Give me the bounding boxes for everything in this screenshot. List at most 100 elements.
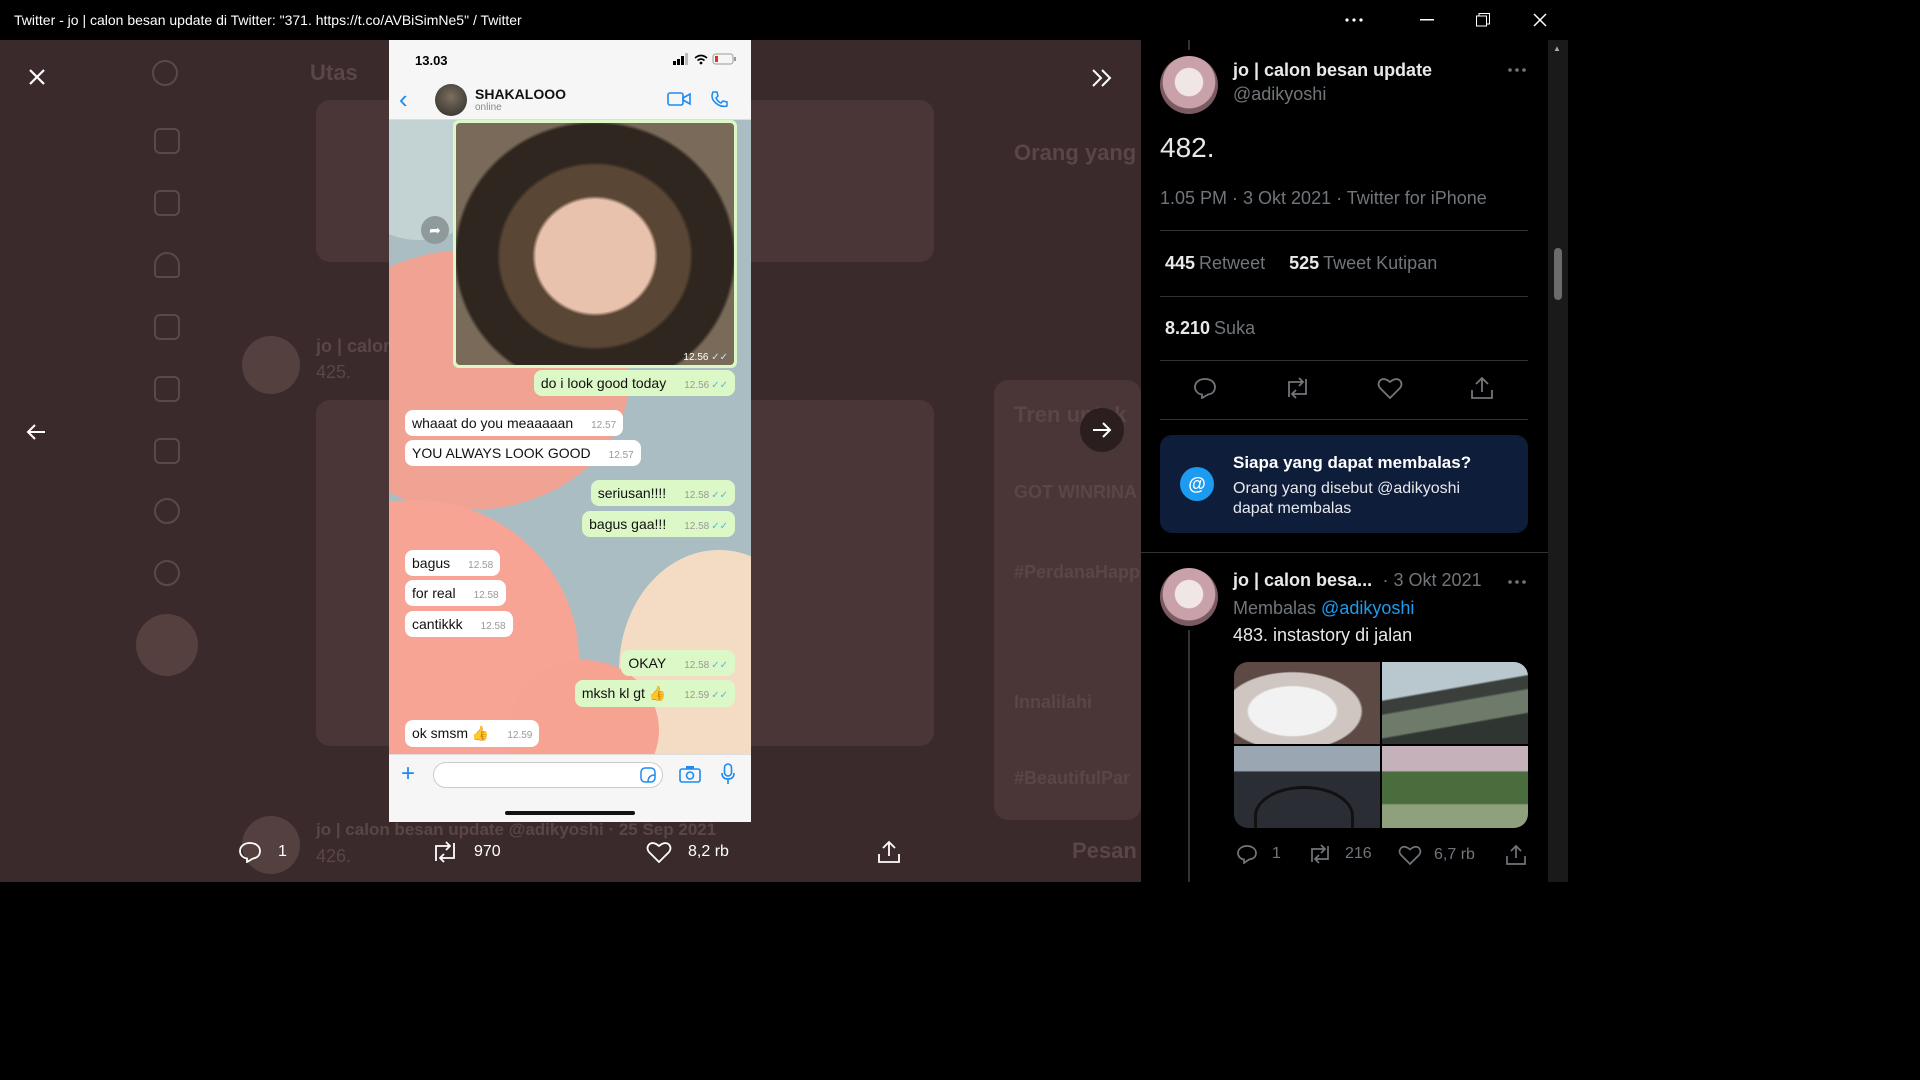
attach-plus-icon: + xyxy=(401,760,416,787)
message-time: 12.58 xyxy=(480,621,506,632)
next-image-icon[interactable] xyxy=(1080,408,1124,452)
forward-icon: ➦ xyxy=(421,216,449,244)
reply-icon[interactable] xyxy=(1193,377,1217,404)
bg-compose-button xyxy=(136,614,198,676)
media-share-button[interactable] xyxy=(876,832,902,872)
media-thumb-1[interactable] xyxy=(1234,662,1380,744)
message-time: 12.58 xyxy=(468,560,494,571)
bg-avatar-1 xyxy=(242,336,300,394)
camera-icon xyxy=(679,765,701,788)
likes-stats-row: 8.210 Suka xyxy=(1160,296,1528,360)
message-text: ok smsm 👍 xyxy=(412,725,490,741)
reply-like-button[interactable]: 6,7 rb xyxy=(1398,844,1475,866)
message-text: mksh kl gt 👍 xyxy=(581,685,667,701)
scrollbar-thumb[interactable] xyxy=(1554,248,1562,300)
message-text: bagus gaa!!! xyxy=(589,516,667,532)
selfie-image: 12.56 ✓✓ xyxy=(456,123,734,365)
chat-back-icon: ‹ xyxy=(399,84,408,114)
read-receipt-icon: ✓✓ xyxy=(711,490,728,501)
contact-status: online xyxy=(475,102,502,113)
media-like-button[interactable]: 8,2 rb xyxy=(646,832,729,872)
read-receipt-icon: ✓✓ xyxy=(711,690,728,701)
bg-header: Utas xyxy=(310,60,358,85)
share-icon[interactable] xyxy=(1469,376,1495,405)
media-thumb-4[interactable] xyxy=(1382,746,1528,828)
contact-name: SHAKALOOO xyxy=(475,86,566,102)
quotes-stat[interactable]: 525 Tweet Kutipan xyxy=(1289,253,1437,274)
browser-window: Twitter - jo | calon besan update di Twi… xyxy=(0,0,1568,882)
media-image: 13.03 ‹ SHAKALOOO online 12.56 ✓✓ ➦ do i… xyxy=(389,40,751,822)
received-message: for real 12.58 xyxy=(405,580,506,606)
received-message: whaaat do you meaaaaan 12.57 xyxy=(405,410,624,436)
likes-stat[interactable]: 8.210 Suka xyxy=(1165,318,1255,339)
reply-icon xyxy=(239,842,261,863)
collapse-panel-icon[interactable] xyxy=(1082,58,1122,98)
retweet-icon[interactable] xyxy=(1283,376,1311,404)
close-window-icon[interactable] xyxy=(1512,0,1568,40)
reply-date[interactable]: · 3 Okt 2021 xyxy=(1383,570,1482,590)
steering-shape xyxy=(1254,786,1354,828)
reply-icon xyxy=(1237,845,1257,864)
author-display-name[interactable]: jo | calon besan update xyxy=(1233,60,1432,81)
scroll-up-icon[interactable]: ▲ xyxy=(1553,44,1561,53)
replying-handle-link[interactable]: @adikyoshi xyxy=(1321,598,1414,618)
reply-reply-button[interactable]: 1 xyxy=(1236,844,1281,864)
author-avatar[interactable] xyxy=(1160,56,1218,114)
reply-media-grid[interactable] xyxy=(1234,662,1528,828)
previous-image-icon[interactable] xyxy=(14,410,58,454)
retweets-stat[interactable]: 445 Retweet xyxy=(1165,253,1265,274)
reply-text: 483. instastory di jalan xyxy=(1233,625,1413,645)
chat-area: 12.56 ✓✓ ➦ do i look good today 12.56 ✓✓ wh… xyxy=(389,120,751,754)
message-time: 12.58 xyxy=(684,490,710,501)
media-thumb-2[interactable] xyxy=(1382,662,1528,744)
received-message: YOU ALWAYS LOOK GOOD 12.57 xyxy=(405,440,641,466)
received-message: ok smsm 👍 12.59 xyxy=(405,720,540,747)
reply-more-icon[interactable] xyxy=(1505,572,1529,592)
reply-retweet-button[interactable]: 216 xyxy=(1307,844,1372,864)
minimize-icon[interactable] xyxy=(1399,0,1455,40)
tweet-actions xyxy=(1160,360,1528,420)
reply-display-name[interactable]: jo | calon besa... xyxy=(1233,570,1372,590)
restore-icon[interactable] xyxy=(1455,0,1511,40)
reply-reply-count: 1 xyxy=(1272,845,1281,862)
photo-time: 12.56 ✓✓ xyxy=(683,352,728,363)
media-thumb-3[interactable] xyxy=(1234,746,1380,828)
bg-messages-icon xyxy=(154,314,180,340)
message-text: seriusan!!!! xyxy=(597,485,667,501)
retweet-icon xyxy=(435,841,455,863)
tweet-meta[interactable]: 1.05 PM · 3 Okt 2021 · Twitter for iPhon… xyxy=(1160,188,1487,209)
read-receipt-icon: ✓✓ xyxy=(711,660,728,671)
reply-share-button[interactable] xyxy=(1505,844,1527,871)
phone-status-bar: 13.03 xyxy=(389,40,751,80)
author-handle[interactable]: @adikyoshi xyxy=(1233,84,1432,105)
bg-twitter-logo-icon xyxy=(152,60,178,86)
bg-lists-icon xyxy=(154,438,180,464)
like-icon[interactable] xyxy=(1377,376,1403,405)
media-like-count: 8,2 rb xyxy=(688,843,729,860)
bg-trend-3: Innalilahi xyxy=(1014,692,1093,712)
thread-line-top xyxy=(1188,40,1190,50)
reply-restriction-box: @ Siapa yang dapat membalas? Orang yang … xyxy=(1160,435,1528,533)
message-time: 12.58 xyxy=(684,660,710,671)
message-time: 12.56 xyxy=(684,380,710,391)
message-text: cantikkk xyxy=(412,616,463,632)
reply-author-avatar[interactable] xyxy=(1160,568,1218,626)
bg-trend-1: GOT WINRINA xyxy=(1014,482,1137,502)
tweet-detail-pane: jo | calon besan update @adikyoshi 482. … xyxy=(1141,40,1568,882)
media-reply-button[interactable]: 1 xyxy=(238,832,287,872)
more-options-icon[interactable] xyxy=(1326,0,1382,40)
media-retweet-button[interactable]: 970 xyxy=(430,832,501,872)
message-text: for real xyxy=(412,585,456,601)
message-text: OKAY xyxy=(628,655,667,671)
tweet-more-icon[interactable] xyxy=(1505,60,1529,80)
scrollbar[interactable]: ▲ xyxy=(1548,40,1568,882)
divider xyxy=(1141,552,1548,553)
media-viewer: Utas jo | calon 425. jo | calon besan up… xyxy=(0,40,1141,882)
message-text: bagus xyxy=(412,555,451,571)
reply-restriction-title: Siapa yang dapat membalas? xyxy=(1233,453,1472,472)
close-media-icon[interactable] xyxy=(18,58,56,96)
author-block[interactable]: jo | calon besan update @adikyoshi xyxy=(1233,60,1432,105)
message-time: 12.59 xyxy=(507,730,533,741)
share-icon xyxy=(1506,844,1526,865)
message-time: 12.58 xyxy=(684,521,710,532)
